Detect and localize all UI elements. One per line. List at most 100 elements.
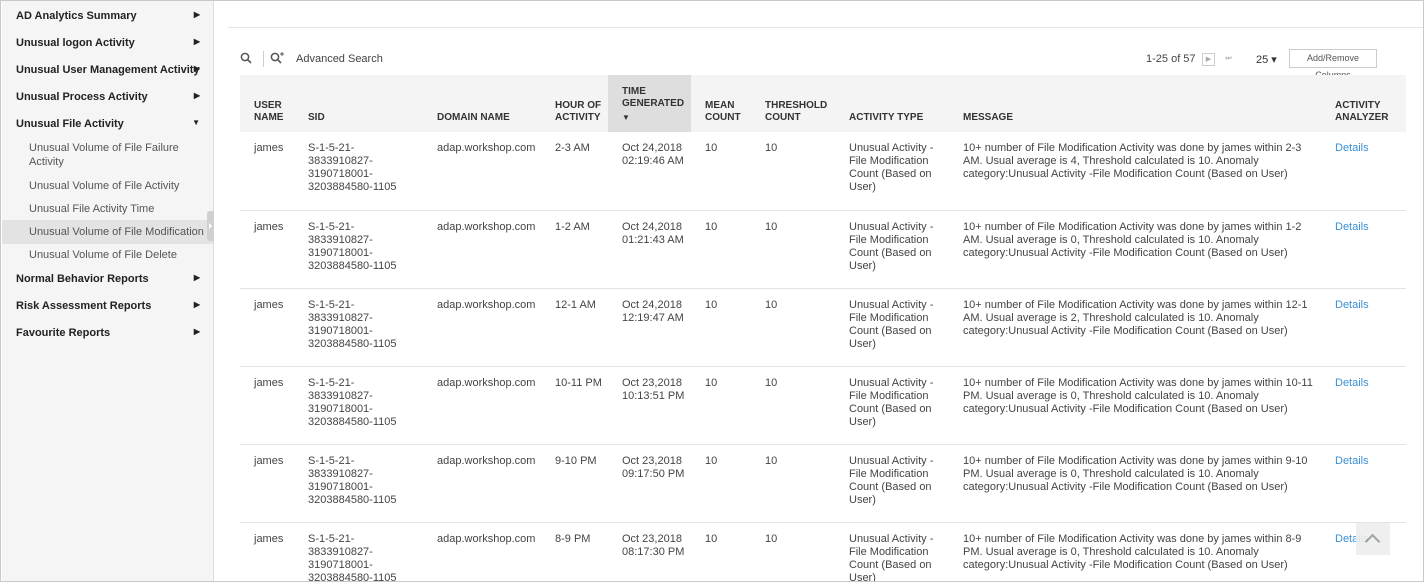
sidebar-item-label: Unusual Process Activity <box>16 91 148 103</box>
cell-mean-count: 10 <box>691 366 751 445</box>
cell-threshold-count: 10 <box>751 522 835 581</box>
search-icon[interactable] <box>240 52 252 67</box>
cell-threshold-count: 10 <box>751 444 835 523</box>
next-page-icon: ▶ <box>1205 56 1212 63</box>
last-page-button[interactable]: ⏭ <box>1222 53 1235 66</box>
cell-message: 10+ number of File Modification Activity… <box>949 288 1321 367</box>
cell-sid: S-1-5-21-3833910827-3190718001-320388458… <box>294 132 423 211</box>
column-header-activity-analyzer[interactable]: ACTIVITY ANALYZER <box>1321 75 1406 132</box>
details-link[interactable]: Details <box>1321 444 1406 523</box>
cell-mean-count: 10 <box>691 132 751 211</box>
cell-message: 10+ number of File Modification Activity… <box>949 210 1321 289</box>
column-header-hour-of-activity[interactable]: HOUR OF ACTIVITY <box>541 75 608 132</box>
report-main-panel: Advanced Search 1-25 of 57 ▶ ⏭ 25 ▾ Add/… <box>214 1 1423 581</box>
sidebar-item-favourite-reports[interactable]: Favourite Reports ▶ <box>16 327 206 339</box>
column-header-mean-count[interactable]: MEAN COUNT <box>691 75 751 132</box>
report-toolbar: Advanced Search 1-25 of 57 ▶ ⏭ 25 ▾ Add/… <box>240 47 1406 80</box>
sidebar-subitem-file-modification[interactable]: Unusual Volume of File Modification <box>2 220 213 244</box>
column-header-activity-type[interactable]: ACTIVITY TYPE <box>835 75 949 132</box>
details-link[interactable]: Details <box>1321 210 1406 289</box>
cell-message: 10+ number of File Modification Activity… <box>949 366 1321 445</box>
cell-user-name: james <box>240 132 294 211</box>
sidebar-item-normal-behavior-reports[interactable]: Normal Behavior Reports ▶ <box>16 273 206 285</box>
rows-per-page-select[interactable]: 25 ▾ <box>1256 53 1277 66</box>
cell-activity-type: Unusual Activity - File Modification Cou… <box>835 210 949 289</box>
cell-activity-type: Unusual Activity - File Modification Cou… <box>835 522 949 581</box>
cell-hour-of-activity: 12-1 AM <box>541 288 608 367</box>
column-header-threshold-count[interactable]: THRESHOLD COUNT <box>751 75 835 132</box>
sidebar-item-unusual-file-activity[interactable]: Unusual File Activity ▼ <box>16 118 206 130</box>
sidebar-subitem-label: Unusual File Activity Time <box>29 203 155 215</box>
cell-sid: S-1-5-21-3833910827-3190718001-320388458… <box>294 444 423 523</box>
sort-descending-icon: ▼ <box>622 113 630 122</box>
add-remove-columns-button[interactable]: Add/Remove Columns <box>1289 49 1377 80</box>
table-header-row: USER NAME SID DOMAIN NAME HOUR OF ACTIVI… <box>240 75 1406 132</box>
chevron-down-icon: ▼ <box>192 118 200 127</box>
cell-threshold-count: 10 <box>751 132 835 211</box>
cell-user-name: james <box>240 210 294 289</box>
column-header-sid[interactable]: SID <box>294 75 423 132</box>
cell-message: 10+ number of File Modification Activity… <box>949 522 1321 581</box>
cell-user-name: james <box>240 522 294 581</box>
cell-domain-name: adap.workshop.com <box>423 132 541 211</box>
sidebar-subitem-label: Unusual Volume of File Failure Activity <box>29 142 179 168</box>
chevron-right-icon: ▶ <box>193 327 200 336</box>
sidebar-item-label: AD Analytics Summary <box>16 10 137 22</box>
sidebar-subitem-file-delete[interactable]: Unusual Volume of File Delete <box>2 248 213 262</box>
sidebar-item-ad-analytics-summary[interactable]: AD Analytics Summary ▶ <box>16 10 206 22</box>
sidebar-subitem-label: Unusual Volume of File Activity <box>29 180 180 192</box>
report-table: USER NAME SID DOMAIN NAME HOUR OF ACTIVI… <box>240 75 1406 581</box>
sidebar-item-risk-assessment-reports[interactable]: Risk Assessment Reports ▶ <box>16 300 206 312</box>
column-header-domain-name[interactable]: DOMAIN NAME <box>423 75 541 132</box>
chevron-right-icon: ▶ <box>193 10 200 19</box>
cell-mean-count: 10 <box>691 288 751 367</box>
cell-message: 10+ number of File Modification Activity… <box>949 444 1321 523</box>
chevron-right-icon: ▶ <box>193 273 200 282</box>
table-row: james S-1-5-21-3833910827-3190718001-320… <box>240 522 1406 581</box>
details-link[interactable]: Details <box>1321 366 1406 445</box>
sidebar-subitem-file-failure-activity[interactable]: Unusual Volume of File Failure Activity <box>2 141 213 169</box>
sidebar-item-label: Unusual User Management Activity <box>16 64 200 76</box>
sidebar-item-unusual-process-activity[interactable]: Unusual Process Activity ▶ <box>16 91 206 103</box>
next-page-button[interactable]: ▶ <box>1202 53 1215 66</box>
table-row: james S-1-5-21-3833910827-3190718001-320… <box>240 288 1406 367</box>
column-header-time-generated[interactable]: TIME GENERATED ▼ <box>608 75 691 132</box>
cell-domain-name: adap.workshop.com <box>423 288 541 367</box>
details-link[interactable]: Details <box>1321 288 1406 367</box>
sidebar-item-unusual-logon-activity[interactable]: Unusual logon Activity ▶ <box>16 37 206 49</box>
app-frame: AD Analytics Summary ▶ Unusual logon Act… <box>0 0 1424 582</box>
cell-sid: S-1-5-21-3833910827-3190718001-320388458… <box>294 522 423 581</box>
cell-user-name: james <box>240 444 294 523</box>
sidebar-subitem-label: Unusual Volume of File Delete <box>29 249 177 261</box>
cell-domain-name: adap.workshop.com <box>423 210 541 289</box>
table-row: james S-1-5-21-3833910827-3190718001-320… <box>240 210 1406 289</box>
sidebar-subitem-file-activity-time[interactable]: Unusual File Activity Time <box>2 202 213 216</box>
sidebar-item-unusual-user-management-activity[interactable]: Unusual User Management Activity ▶ <box>16 64 206 76</box>
sidebar-subitem-file-activity-volume[interactable]: Unusual Volume of File Activity <box>2 179 213 193</box>
advanced-search-icon[interactable] <box>270 52 284 67</box>
cell-mean-count: 10 <box>691 522 751 581</box>
chevron-right-icon: ▶ <box>193 37 200 46</box>
sidebar-collapse-handle[interactable] <box>207 211 214 241</box>
cell-threshold-count: 10 <box>751 366 835 445</box>
divider <box>228 27 1423 28</box>
cell-mean-count: 10 <box>691 444 751 523</box>
column-header-message[interactable]: MESSAGE <box>949 75 1321 132</box>
details-link[interactable]: Details <box>1321 132 1406 211</box>
advanced-search-link[interactable]: Advanced Search <box>296 53 383 65</box>
cell-time-generated: Oct 24,2018 12:19:47 AM <box>608 288 691 367</box>
cell-message: 10+ number of File Modification Activity… <box>949 132 1321 211</box>
sidebar-item-label: Unusual File Activity <box>16 118 124 130</box>
cell-activity-type: Unusual Activity - File Modification Cou… <box>835 132 949 211</box>
scroll-to-top-button[interactable] <box>1356 523 1390 555</box>
sidebar-item-label: Favourite Reports <box>16 327 111 339</box>
cell-time-generated: Oct 24,2018 02:19:46 AM <box>608 132 691 211</box>
cell-domain-name: adap.workshop.com <box>423 366 541 445</box>
cell-time-generated: Oct 23,2018 09:17:50 PM <box>608 444 691 523</box>
cell-threshold-count: 10 <box>751 210 835 289</box>
report-sidebar: AD Analytics Summary ▶ Unusual logon Act… <box>2 1 214 581</box>
table-row: james S-1-5-21-3833910827-3190718001-320… <box>240 132 1406 211</box>
cell-sid: S-1-5-21-3833910827-3190718001-320388458… <box>294 366 423 445</box>
cell-hour-of-activity: 10-11 PM <box>541 366 608 445</box>
column-header-user-name[interactable]: USER NAME <box>240 75 294 132</box>
